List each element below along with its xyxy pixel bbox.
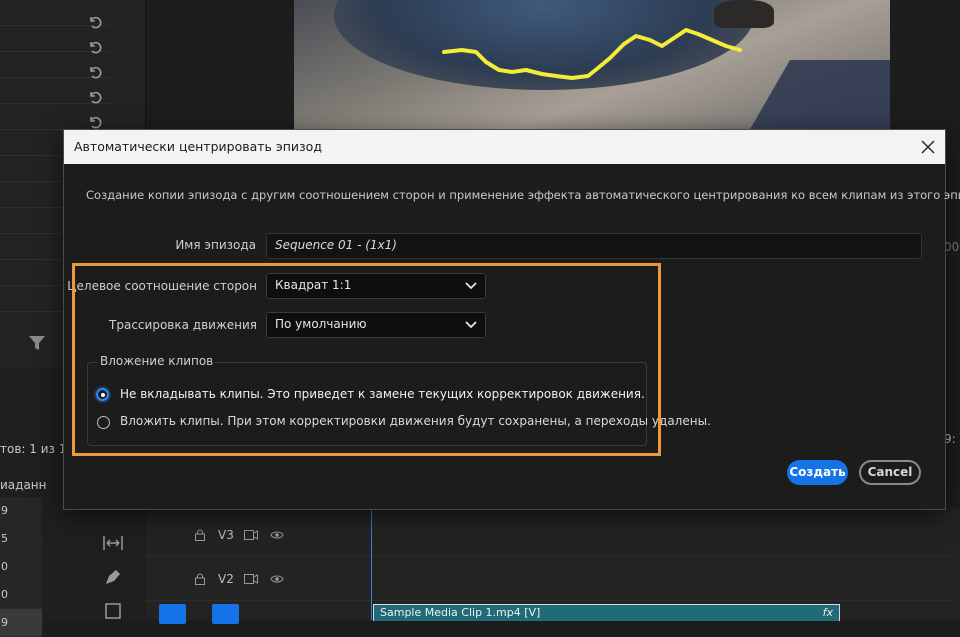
rectangle-tool-icon[interactable] xyxy=(102,600,124,622)
column-header[interactable]: иаданн xyxy=(0,478,47,492)
rate-stretch-icon[interactable] xyxy=(102,532,124,554)
lock-icon[interactable] xyxy=(194,529,206,541)
program-monitor-video xyxy=(294,0,890,130)
track-target-button[interactable] xyxy=(212,604,239,624)
sync-lock-icon[interactable] xyxy=(244,530,258,540)
track-v2: V2 xyxy=(146,560,952,601)
dialog-title: Автоматически центрировать эпизод xyxy=(74,139,322,154)
close-icon[interactable] xyxy=(919,138,937,156)
clip-label: Sample Media Clip 1.mp4 [V] xyxy=(380,606,541,619)
undo-icon[interactable] xyxy=(87,64,103,80)
number-column: 9 5 0 0 9 xyxy=(0,497,42,637)
timeline-clip[interactable]: Sample Media Clip 1.mp4 [V] fx xyxy=(373,604,840,621)
sequence-name-label: Имя эпизода xyxy=(175,238,256,252)
undo-icon[interactable] xyxy=(87,89,103,105)
list-item: 0 xyxy=(0,553,42,581)
undo-icon[interactable] xyxy=(87,39,103,55)
timeline-tools xyxy=(85,500,145,620)
highlight-annotation xyxy=(72,263,661,456)
eye-icon[interactable] xyxy=(270,530,284,540)
list-item: 9 xyxy=(0,497,42,525)
track-v3: V3 xyxy=(146,516,952,557)
lock-icon[interactable] xyxy=(194,573,206,585)
undo-icon[interactable] xyxy=(87,14,103,30)
cancel-button[interactable]: Cancel xyxy=(859,460,921,485)
undo-icon[interactable] xyxy=(87,114,103,130)
pen-tool-icon[interactable] xyxy=(102,566,124,588)
track-label[interactable]: V2 xyxy=(218,572,234,586)
timecode-fragment: 00 xyxy=(944,240,960,254)
list-item: 9 xyxy=(0,609,42,637)
sequence-name-value: Sequence 01 - (1x1) xyxy=(275,238,397,252)
eye-icon[interactable] xyxy=(270,574,284,584)
dialog-titlebar: Автоматически центрировать эпизод xyxy=(64,130,945,164)
track-label[interactable]: V3 xyxy=(218,528,234,542)
fx-badge[interactable]: fx xyxy=(823,606,833,619)
motion-path-overlay xyxy=(442,28,742,80)
sync-lock-icon[interactable] xyxy=(244,574,258,584)
filter-icon[interactable] xyxy=(28,334,46,352)
playhead[interactable] xyxy=(371,508,372,620)
list-item: 0 xyxy=(0,581,42,609)
sequence-name-input[interactable]: Sequence 01 - (1x1) xyxy=(266,233,922,259)
create-button[interactable]: Создать xyxy=(787,460,848,485)
source-patch-button[interactable] xyxy=(159,604,186,624)
list-item: 5 xyxy=(0,525,42,553)
dialog-description: Создание копии эпизода с другим соотноше… xyxy=(86,188,960,202)
